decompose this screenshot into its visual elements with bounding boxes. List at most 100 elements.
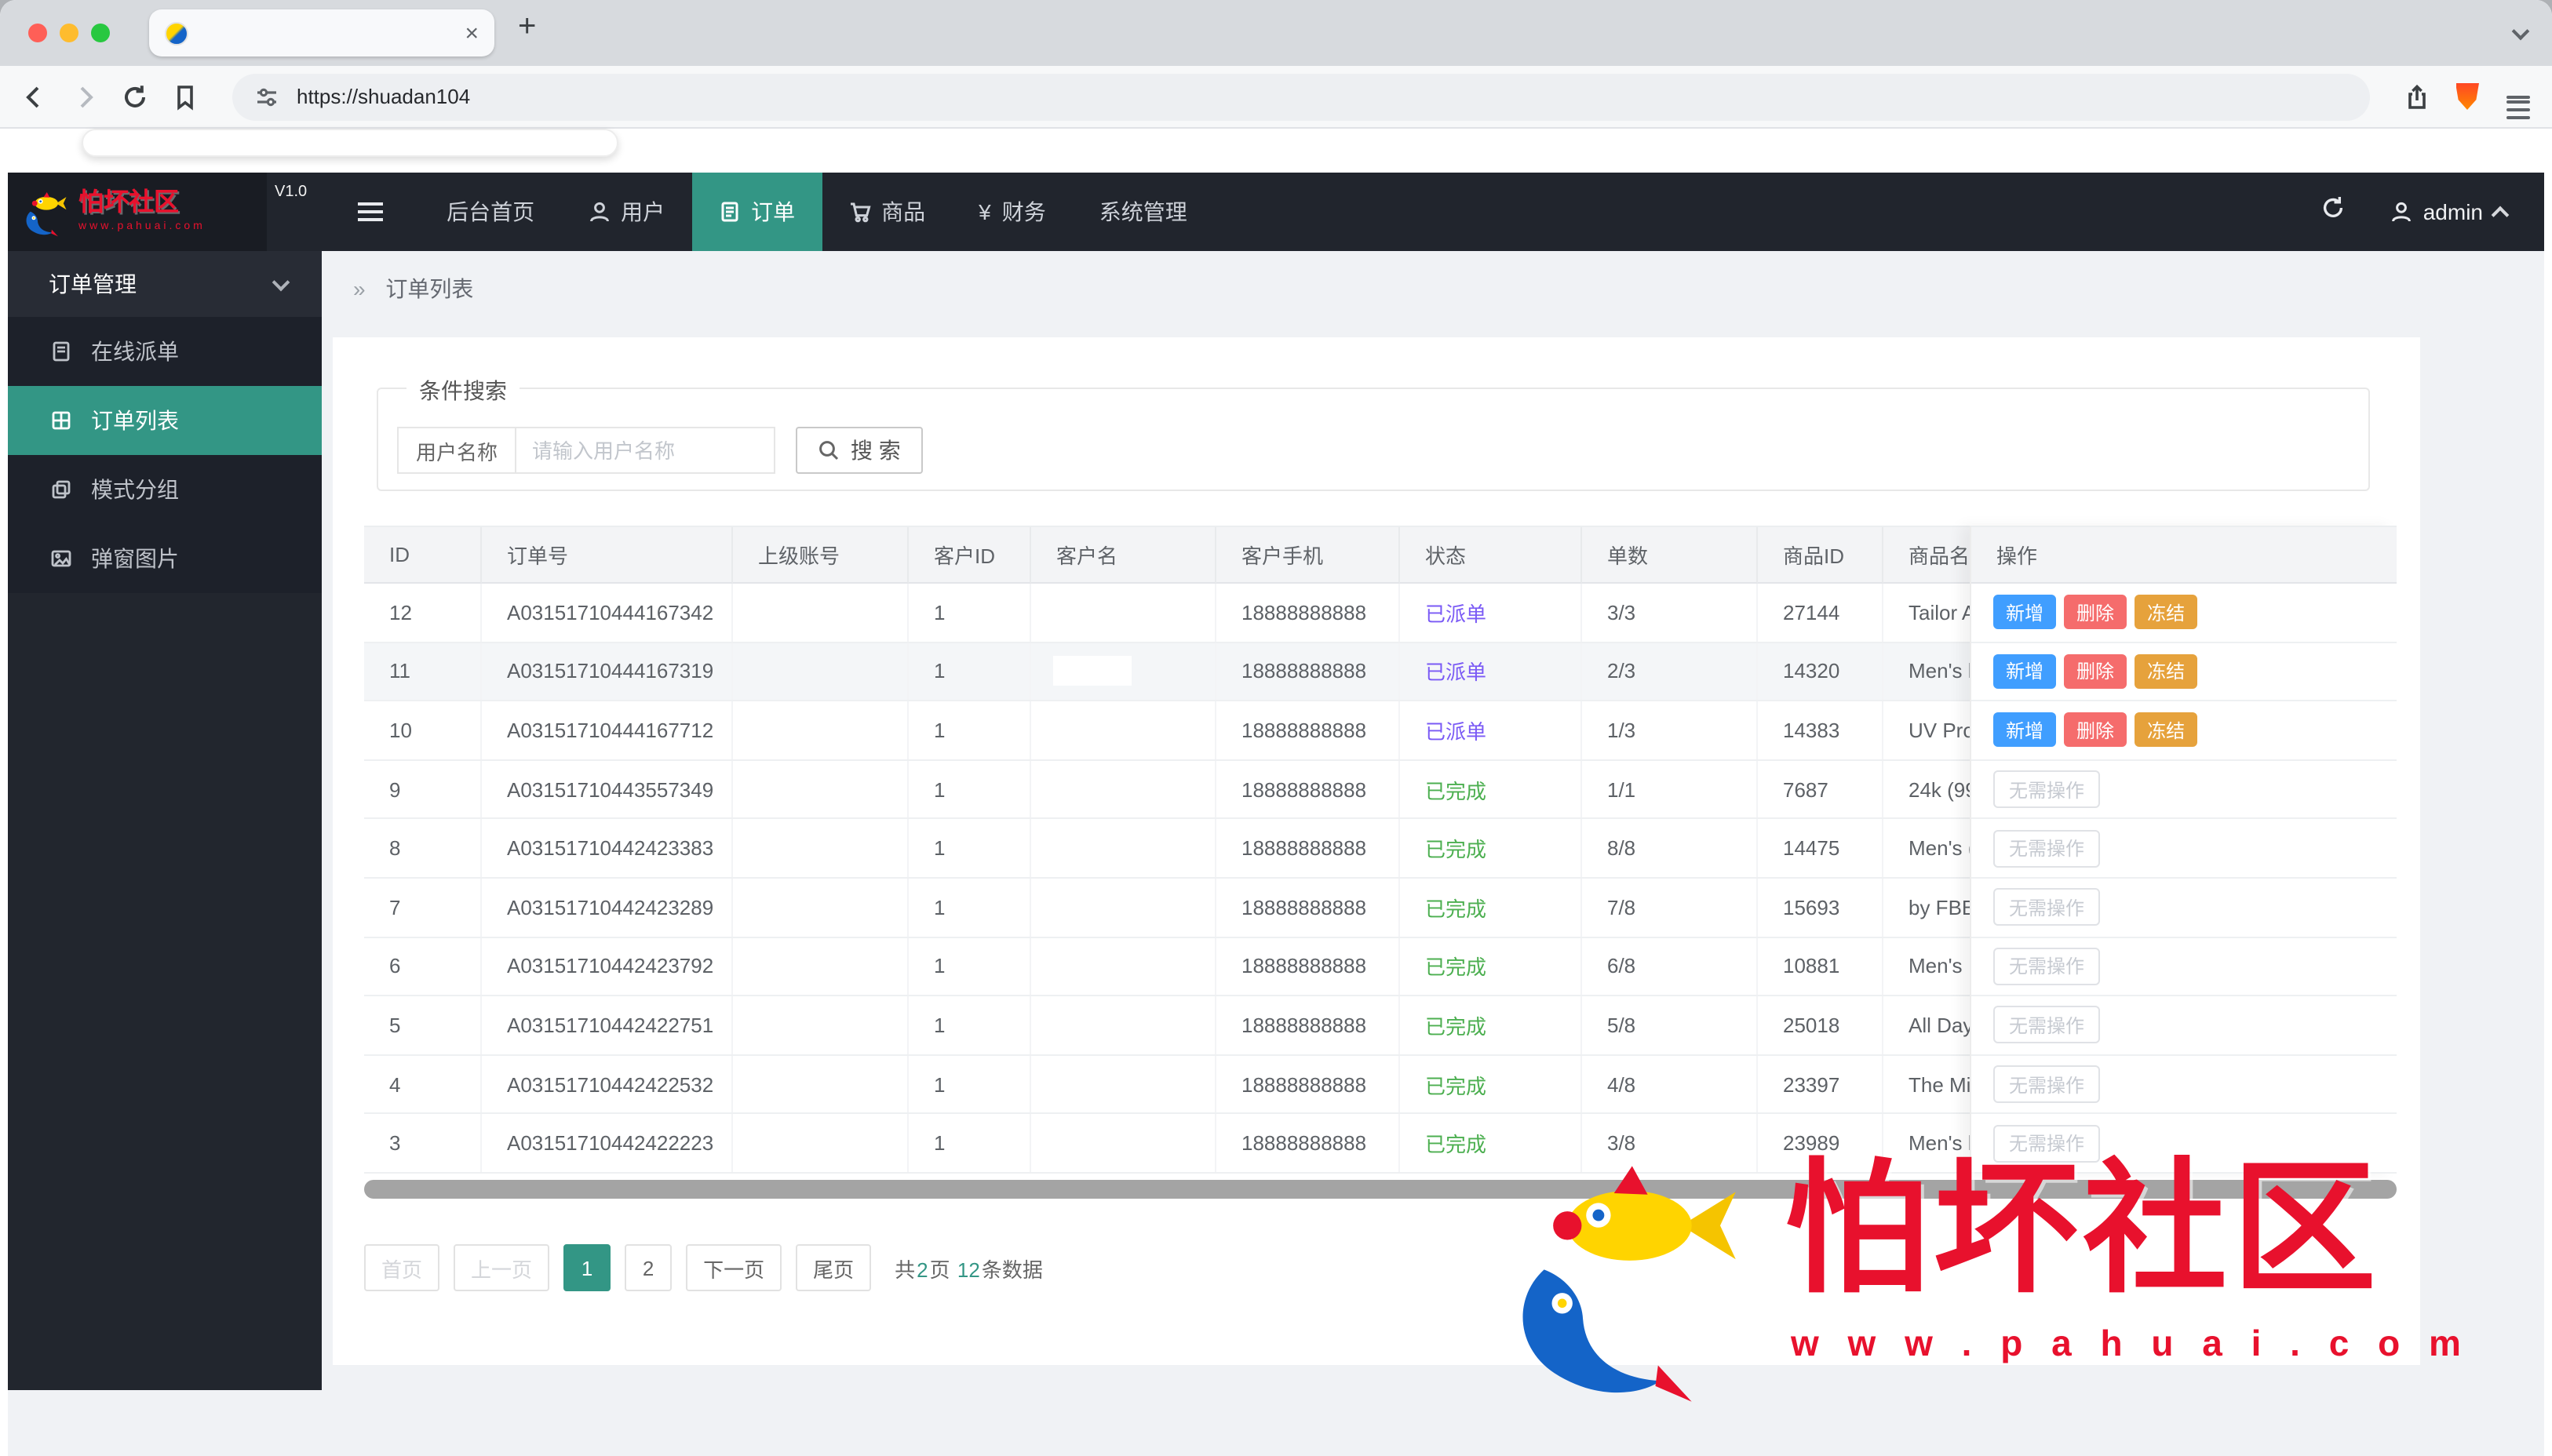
cell-phone: 18888888888: [1216, 819, 1400, 877]
cell-order-no: A03151710442422532: [482, 1055, 733, 1113]
freeze-button[interactable]: 冻结: [2135, 595, 2198, 630]
cell-status: 已派单: [1400, 642, 1582, 701]
add-button[interactable]: 新增: [1993, 653, 2057, 689]
delete-button[interactable]: 删除: [2064, 712, 2127, 748]
cell-cust-name: [1031, 1114, 1216, 1172]
cell-prod-id: 14320: [1758, 642, 1883, 701]
next-page-button[interactable]: 下一页: [686, 1244, 782, 1291]
nav-item-finance[interactable]: ¥ 财务: [952, 173, 1073, 251]
last-page-button[interactable]: 尾页: [796, 1244, 872, 1291]
cell-cust-name: [1031, 878, 1216, 937]
delete-button[interactable]: 删除: [2064, 653, 2127, 689]
sidebar-item-order-list[interactable]: 订单列表: [8, 386, 322, 455]
refresh-icon[interactable]: [2320, 195, 2346, 229]
nav-item-users[interactable]: 用户: [561, 173, 691, 251]
browser-menu-icon[interactable]: [2502, 81, 2533, 118]
nav-item-products[interactable]: 商品: [822, 173, 952, 251]
cell-prod-id: 23989: [1758, 1114, 1883, 1172]
cell-status: 已完成: [1400, 937, 1582, 996]
cell-prod-id: 14475: [1758, 819, 1883, 877]
no-action-button: 无需操作: [1993, 1006, 2101, 1044]
back-icon[interactable]: [19, 81, 50, 112]
logo-subtitle: www.pahuai.com: [78, 221, 206, 232]
col-order-no: 订单号: [482, 527, 733, 584]
action-row: 无需操作: [1971, 760, 2397, 820]
cell-cust-id: 1: [909, 760, 1031, 818]
user-menu[interactable]: admin: [2390, 199, 2510, 224]
site-settings-icon[interactable]: [251, 81, 283, 112]
brave-shield-icon[interactable]: [2452, 81, 2483, 112]
nav-item-system[interactable]: 系统管理: [1073, 173, 1214, 251]
new-tab-button[interactable]: +: [518, 11, 536, 42]
cell-order-no: A03151710444167342: [482, 584, 733, 642]
action-row: 无需操作: [1971, 996, 2397, 1056]
share-icon[interactable]: [2401, 81, 2433, 112]
action-row: 无需操作: [1971, 819, 2397, 879]
freeze-button[interactable]: 冻结: [2135, 653, 2198, 689]
cell-parent: [733, 760, 909, 818]
username-input[interactable]: [516, 427, 776, 474]
cell-parent: [733, 1114, 909, 1172]
no-action-button: 无需操作: [1993, 770, 2101, 809]
cell-phone: 18888888888: [1216, 1114, 1400, 1172]
delete-button[interactable]: 删除: [2064, 595, 2127, 630]
close-window-button[interactable]: [28, 24, 47, 42]
cell-id: 11: [364, 642, 482, 701]
col-actions: 操作: [1971, 526, 2397, 584]
sidebar: 订单管理 在线派单 订单列表 模式分组 弹窗图片: [8, 251, 322, 1390]
sidebar-item-mode-group[interactable]: 模式分组: [8, 455, 322, 524]
sidebar-item-popup-image[interactable]: 弹窗图片: [8, 524, 322, 593]
action-column: 操作 新增 删除 冻结 新增 删除 冻结 新增 删除 冻结 无需操作 无需操作 无需操作 无需操作 无需操…: [1970, 526, 2397, 1174]
no-action-button: 无需操作: [1993, 888, 2101, 926]
url-text: https://shuadan104: [297, 85, 471, 108]
site-logo[interactable]: 怕坏社区 www.pahuai.com: [8, 173, 267, 251]
sidebar-item-online-dispatch[interactable]: 在线派单: [8, 317, 322, 386]
reload-icon[interactable]: [119, 81, 151, 112]
cell-count: 1/1: [1582, 760, 1758, 818]
cell-count: 5/8: [1582, 996, 1758, 1054]
prev-page-button: 上一页: [454, 1244, 550, 1291]
floating-white-box: [82, 129, 618, 157]
sidebar-group-orders[interactable]: 订单管理: [8, 251, 322, 317]
page-2-button[interactable]: 2: [625, 1244, 673, 1291]
logo-title: 怕坏社区: [78, 190, 180, 217]
forward-icon[interactable]: [69, 81, 100, 112]
cell-status: 已完成: [1400, 819, 1582, 877]
cell-prod-id: 10881: [1758, 937, 1883, 996]
user-icon: [589, 202, 609, 222]
cell-cust-id: 1: [909, 937, 1031, 996]
cell-status: 已派单: [1400, 701, 1582, 759]
cell-id: 5: [364, 996, 482, 1054]
tab-close-icon[interactable]: ×: [465, 21, 479, 45]
search-row: 用户名称 搜 索: [397, 427, 2368, 474]
browser-tab[interactable]: ×: [149, 9, 494, 56]
cell-cust-name: [1031, 642, 1216, 701]
nav-item-orders[interactable]: 订单: [691, 173, 822, 251]
zoom-window-button[interactable]: [91, 24, 110, 42]
minimize-window-button[interactable]: [60, 24, 78, 42]
yen-icon: ¥: [979, 199, 991, 224]
sidebar-items: 在线派单 订单列表 模式分组 弹窗图片: [8, 317, 322, 593]
tab-search-chevron-icon[interactable]: [2511, 22, 2530, 41]
cell-cust-name: [1031, 1055, 1216, 1113]
search-button[interactable]: 搜 索: [796, 427, 923, 474]
bookmark-icon[interactable]: [170, 81, 201, 112]
horizontal-scrollbar[interactable]: [364, 1180, 2397, 1199]
nav-item-home[interactable]: 后台首页: [420, 173, 561, 251]
cell-cust-id: 1: [909, 996, 1031, 1054]
freeze-button[interactable]: 冻结: [2135, 712, 2198, 748]
cell-cust-id: 1: [909, 701, 1031, 759]
cell-parent: [733, 937, 909, 996]
add-button[interactable]: 新增: [1993, 595, 2057, 630]
url-bar[interactable]: https://shuadan104: [232, 73, 2370, 120]
cell-parent: [733, 1055, 909, 1113]
page-1-button[interactable]: 1: [563, 1244, 611, 1291]
collapse-menu-icon[interactable]: [357, 198, 383, 226]
add-button[interactable]: 新增: [1993, 712, 2057, 748]
action-row: 新增 删除 冻结: [1971, 584, 2397, 643]
cell-cust-id: 1: [909, 1055, 1031, 1113]
cell-status: 已完成: [1400, 1055, 1582, 1113]
cell-phone: 18888888888: [1216, 642, 1400, 701]
username-field-label: 用户名称: [397, 427, 517, 474]
col-cust-id: 客户ID: [909, 527, 1031, 584]
